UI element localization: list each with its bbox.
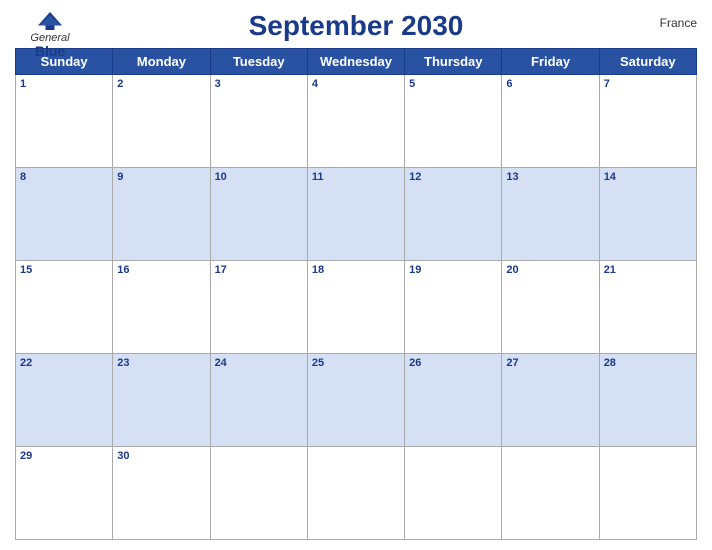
calendar-day-cell: 29 xyxy=(16,447,113,540)
day-number: 18 xyxy=(312,264,400,276)
day-number: 1 xyxy=(20,78,108,90)
day-number: 2 xyxy=(117,78,205,90)
day-number: 20 xyxy=(506,264,594,276)
calendar-day-cell: 30 xyxy=(113,447,210,540)
header-saturday: Saturday xyxy=(599,49,696,75)
calendar-day-cell: 22 xyxy=(16,354,113,447)
calendar-day-cell: 13 xyxy=(502,168,599,261)
calendar-week-row: 89 10 11 12 13 14 xyxy=(16,168,697,261)
calendar-day-cell: 2 xyxy=(113,75,210,168)
day-number: 26 xyxy=(409,357,497,369)
day-number: 6 xyxy=(506,78,594,90)
calendar-day-cell: 8 xyxy=(16,168,113,261)
calendar-day-cell: 23 xyxy=(113,354,210,447)
calendar-day-cell: 28 xyxy=(599,354,696,447)
day-number: 10 xyxy=(215,171,303,183)
day-number: 16 xyxy=(117,264,205,276)
calendar-day-cell: 17 xyxy=(210,261,307,354)
calendar-day-cell: 27 xyxy=(502,354,599,447)
day-number: 8 xyxy=(20,171,108,183)
day-number: 24 xyxy=(215,357,303,369)
calendar-day-cell: 10 xyxy=(210,168,307,261)
calendar-day-cell: 11 xyxy=(307,168,404,261)
day-number: 0 xyxy=(312,450,400,462)
day-number: 22 xyxy=(20,357,108,369)
day-number: 25 xyxy=(312,357,400,369)
calendar-day-cell: 9 xyxy=(113,168,210,261)
header-thursday: Thursday xyxy=(405,49,502,75)
calendar-day-cell: 18 xyxy=(307,261,404,354)
calendar-day-cell: 6 xyxy=(502,75,599,168)
header-tuesday: Tuesday xyxy=(210,49,307,75)
day-number: 14 xyxy=(604,171,692,183)
logo: General Blue xyxy=(15,10,85,59)
day-number: 4 xyxy=(312,78,400,90)
calendar-day-cell: 20 xyxy=(502,261,599,354)
calendar-week-row: 22 23 24 25 26 27 28 xyxy=(16,354,697,447)
day-number: 12 xyxy=(409,171,497,183)
day-number: 0 xyxy=(506,450,594,462)
calendar-day-cell: 5 xyxy=(405,75,502,168)
calendar-day-cell: 21 xyxy=(599,261,696,354)
calendar-day-cell: 14 xyxy=(599,168,696,261)
calendar-day-cell: 7 xyxy=(599,75,696,168)
calendar-day-cell: 16 xyxy=(113,261,210,354)
day-number: 23 xyxy=(117,357,205,369)
day-number: 11 xyxy=(312,171,400,183)
day-number: 5 xyxy=(409,78,497,90)
day-number: 21 xyxy=(604,264,692,276)
calendar-day-cell: 26 xyxy=(405,354,502,447)
calendar-day-cell: 4 xyxy=(307,75,404,168)
day-number: 0 xyxy=(409,450,497,462)
calendar-day-cell: 0 xyxy=(210,447,307,540)
calendar-day-cell: 15 xyxy=(16,261,113,354)
country-label: France xyxy=(660,16,697,30)
calendar-day-cell: 25 xyxy=(307,354,404,447)
day-number: 27 xyxy=(506,357,594,369)
day-number: 7 xyxy=(604,78,692,90)
header-monday: Monday xyxy=(113,49,210,75)
calendar-day-cell: 0 xyxy=(405,447,502,540)
day-number: 3 xyxy=(215,78,303,90)
calendar-day-cell: 0 xyxy=(307,447,404,540)
day-number: 13 xyxy=(506,171,594,183)
weekday-header-row: Sunday Monday Tuesday Wednesday Thursday… xyxy=(16,49,697,75)
header-friday: Friday xyxy=(502,49,599,75)
calendar-title: September 2030 xyxy=(249,10,464,42)
logo-blue-text: Blue xyxy=(35,44,65,59)
calendar-day-cell: 12 xyxy=(405,168,502,261)
calendar-week-row: 15 16 17 18 19 20 21 xyxy=(16,261,697,354)
header-wednesday: Wednesday xyxy=(307,49,404,75)
calendar-table: Sunday Monday Tuesday Wednesday Thursday… xyxy=(15,48,697,540)
calendar-header: General Blue September 2030 France xyxy=(15,10,697,42)
day-number: 30 xyxy=(117,450,205,462)
day-number: 0 xyxy=(604,450,692,462)
day-number: 15 xyxy=(20,264,108,276)
calendar-week-row: 293000000 xyxy=(16,447,697,540)
day-number: 17 xyxy=(215,264,303,276)
calendar-day-cell: 24 xyxy=(210,354,307,447)
general-blue-logo-icon xyxy=(35,10,65,32)
calendar-day-cell: 19 xyxy=(405,261,502,354)
day-number: 19 xyxy=(409,264,497,276)
calendar-day-cell: 1 xyxy=(16,75,113,168)
day-number: 28 xyxy=(604,357,692,369)
calendar-day-cell: 0 xyxy=(502,447,599,540)
day-number: 29 xyxy=(20,450,108,462)
day-number: 9 xyxy=(117,171,205,183)
calendar-day-cell: 0 xyxy=(599,447,696,540)
day-number: 0 xyxy=(215,450,303,462)
calendar-week-row: 1234567 xyxy=(16,75,697,168)
calendar-day-cell: 3 xyxy=(210,75,307,168)
